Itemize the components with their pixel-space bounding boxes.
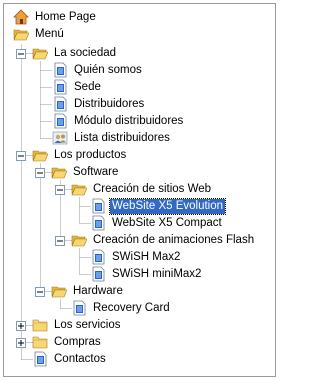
expand-toggle[interactable] (16, 338, 26, 348)
tree-item-label: Módulo distribuidores (74, 114, 184, 127)
tree-item-label: Hardware (73, 284, 123, 297)
document-icon (54, 79, 67, 95)
tree-item-distribuidores[interactable]: Distribuidores (52, 96, 146, 112)
tree-item-modulo-distribuidores[interactable]: Módulo distribuidores (52, 113, 185, 129)
tree-item-label: Contactos (54, 352, 106, 365)
tree-item-label: Software (73, 165, 119, 178)
tree-item-label: Distribuidores (74, 97, 145, 110)
people-icon (52, 131, 68, 145)
tree-item-label: Los productos (54, 148, 127, 161)
tree-item-label: Menú (35, 27, 64, 40)
document-icon (54, 113, 67, 129)
document-icon (54, 62, 67, 78)
tree-item-website-x5-evolution[interactable]: WebSite X5 Evolution (90, 197, 227, 215)
tree-item-swish-max2[interactable]: SWiSH Max2 (90, 249, 182, 265)
tree-item-sede[interactable]: Sede (52, 79, 103, 95)
folder-closed-icon (32, 319, 48, 332)
tree-item-label: Recovery Card (93, 301, 170, 314)
folder-open-icon (71, 184, 87, 196)
collapse-toggle[interactable] (16, 49, 26, 59)
collapse-toggle[interactable] (55, 236, 65, 246)
folder-open-icon (71, 235, 87, 247)
tree-item-contactos[interactable]: Contactos (32, 351, 108, 367)
collapse-toggle[interactable] (16, 151, 26, 161)
tree-item-software[interactable]: Software (51, 164, 120, 180)
tree-item-creacion-animaciones-flash[interactable]: Creación de animaciones Flash (71, 232, 256, 248)
folder-closed-icon (32, 336, 48, 349)
tree-item-hardware[interactable]: Hardware (51, 283, 125, 299)
tree-item-label: WebSite X5 Compact (112, 216, 222, 229)
folder-open-icon (13, 29, 29, 41)
tree-item-label: Los servicios (54, 318, 121, 331)
expand-toggle[interactable] (16, 321, 26, 331)
tree-item-label: Lista distribuidores (74, 131, 170, 144)
tree-item-los-productos[interactable]: Los productos (32, 147, 128, 163)
collapse-toggle[interactable] (55, 185, 65, 195)
document-icon (92, 249, 105, 265)
site-map-tree: Home Page Menú La sociedad Quién somos S… (3, 3, 276, 377)
tree-item-label-selected: WebSite X5 Evolution (108, 197, 227, 215)
tree-item-label: Creación de animaciones Flash (93, 233, 255, 246)
document-icon (92, 198, 105, 214)
tree-item-website-x5-compact[interactable]: WebSite X5 Compact (90, 215, 224, 231)
folder-open-icon (51, 167, 67, 179)
folder-open-icon (32, 48, 48, 60)
tree-item-label: Compras (54, 335, 101, 348)
collapse-toggle[interactable] (35, 168, 45, 178)
folder-open-icon (32, 150, 48, 162)
tree-item-home-page[interactable]: Home Page (13, 9, 98, 25)
tree-item-menu[interactable]: Menú (13, 26, 66, 42)
document-icon (92, 215, 105, 231)
tree-item-label: SWiSH Max2 (112, 250, 181, 263)
tree-item-compras[interactable]: Compras (32, 334, 103, 350)
tree-item-label: SWiSH miniMax2 (112, 267, 202, 280)
document-icon (92, 266, 105, 282)
home-icon (13, 9, 29, 25)
tree-item-recovery-card[interactable]: Recovery Card (71, 300, 172, 316)
tree-item-los-servicios[interactable]: Los servicios (32, 317, 122, 333)
document-icon (54, 96, 67, 112)
tree-item-lista-distribuidores[interactable]: Lista distribuidores (52, 130, 172, 146)
tree-item-label: La sociedad (54, 46, 117, 59)
tree-item-quien-somos[interactable]: Quién somos (52, 62, 144, 78)
document-icon (73, 300, 86, 316)
tree-item-label: Home Page (35, 10, 96, 23)
document-icon (34, 351, 47, 367)
tree-item-swish-minimax2[interactable]: SWiSH miniMax2 (90, 266, 203, 282)
tree-item-label: Creación de sitios Web (93, 182, 212, 195)
tree-item-la-sociedad[interactable]: La sociedad (32, 45, 118, 61)
tree-item-creacion-sitios-web[interactable]: Creación de sitios Web (71, 181, 213, 197)
tree-item-label: Quién somos (74, 63, 142, 76)
folder-open-icon (51, 286, 67, 298)
collapse-toggle[interactable] (35, 287, 45, 297)
tree-item-label: Sede (74, 80, 101, 93)
